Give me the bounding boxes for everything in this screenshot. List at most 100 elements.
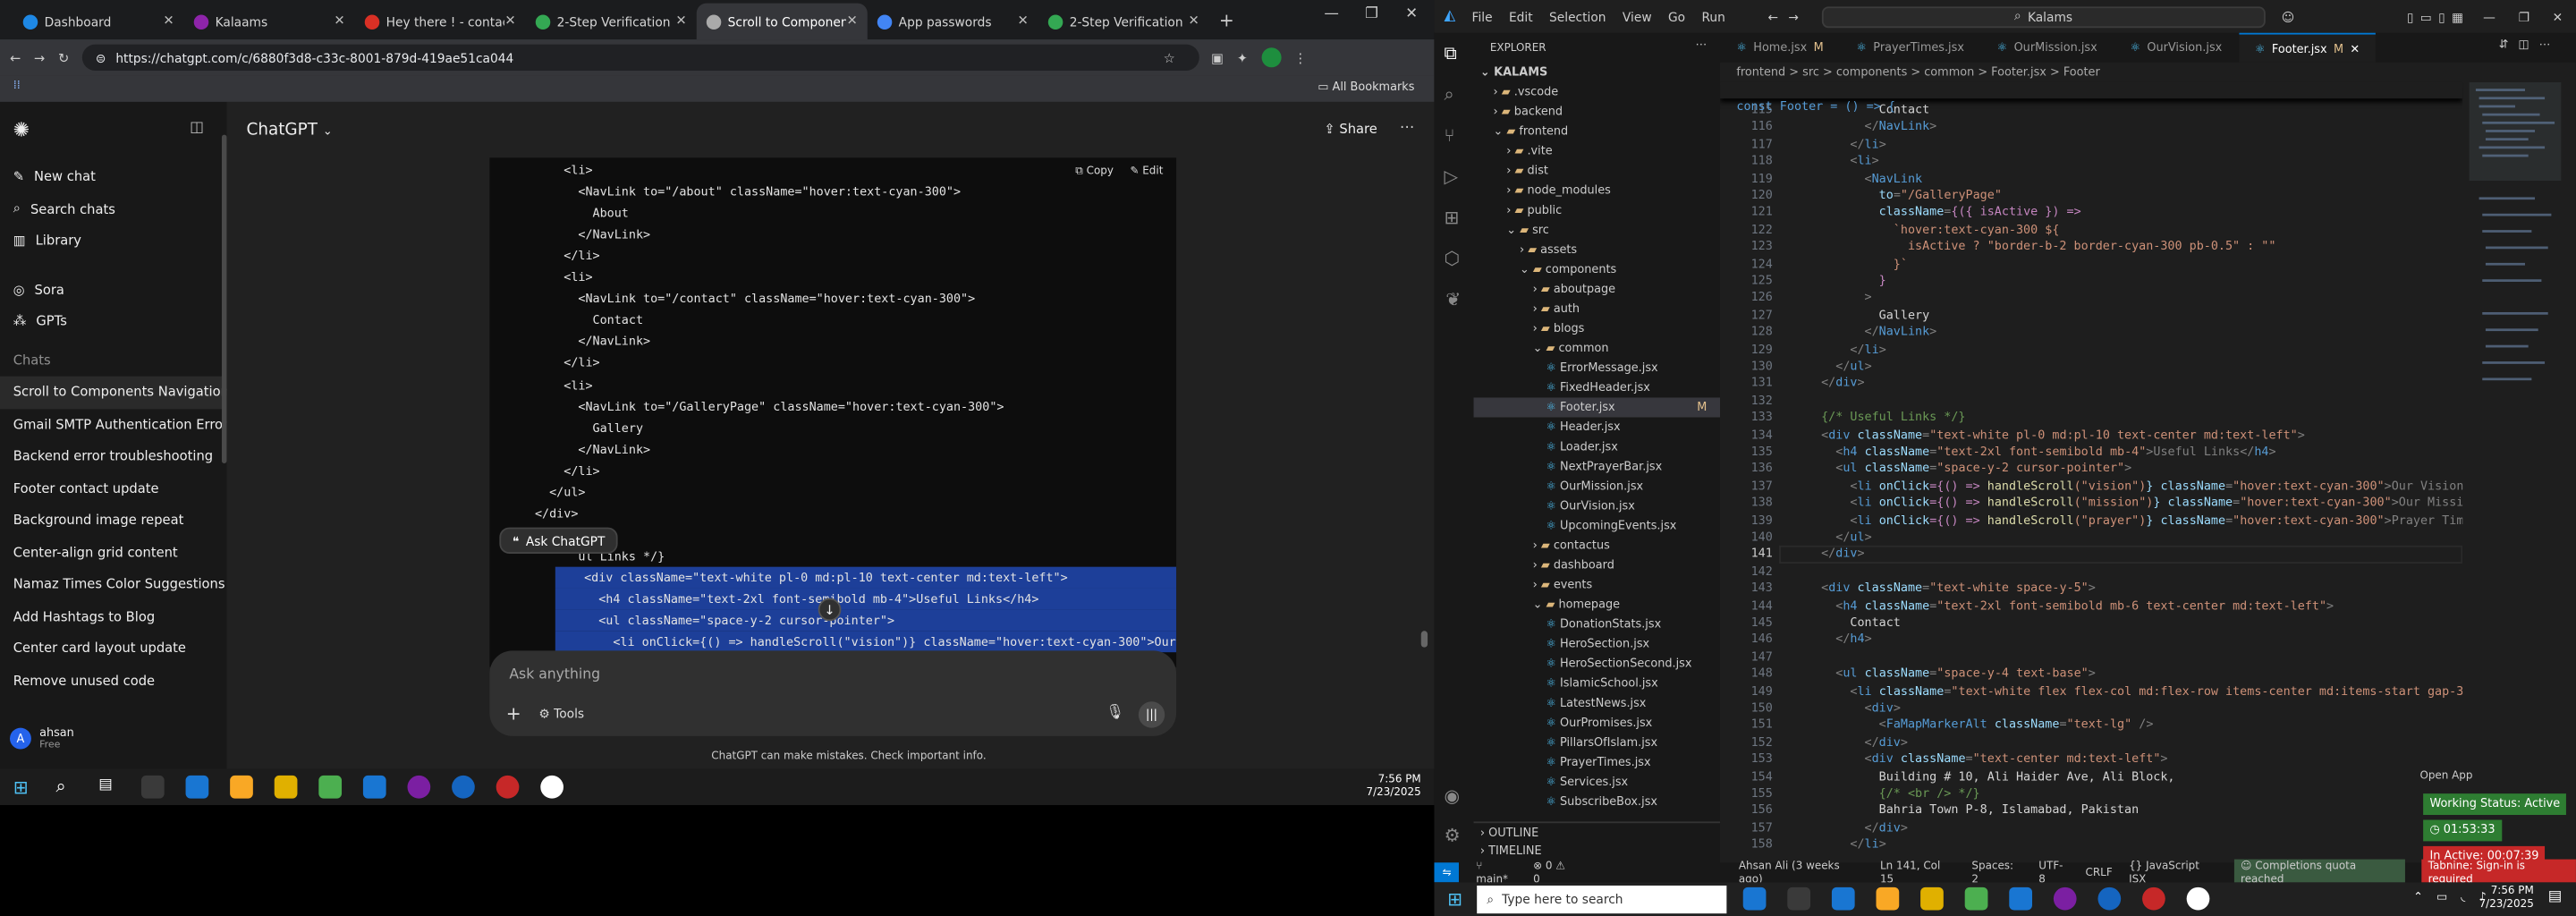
all-bookmarks[interactable]: ▭ All Bookmarks bbox=[1318, 81, 1414, 94]
search-view-icon[interactable]: ⌕ bbox=[1444, 84, 1453, 107]
layout-icons[interactable]: ▯▭▯▦ bbox=[2407, 9, 2470, 24]
editor-tab[interactable]: ⚛ Footer.jsx M ✕ bbox=[2238, 32, 2377, 63]
chat-history-item[interactable]: Center card layout update bbox=[0, 632, 226, 665]
extensions-puzzle-icon[interactable]: ✦ bbox=[1237, 50, 1248, 65]
model-selector[interactable]: ChatGPT ⌄ bbox=[247, 122, 333, 140]
mic-icon[interactable]: 🎙 bbox=[1106, 705, 1124, 721]
tree-file[interactable]: ⚛ OurVision.jsx bbox=[1474, 496, 1721, 516]
tree-folder[interactable]: › ▰ dist bbox=[1474, 161, 1721, 181]
tree-folder[interactable]: › ▰ aboutpage bbox=[1474, 279, 1721, 299]
taskbar-app-icon[interactable] bbox=[2097, 886, 2122, 911]
tree-file[interactable]: ⚛ Services.jsx bbox=[1474, 772, 1721, 792]
tree-folder[interactable]: › ▰ assets bbox=[1474, 240, 1721, 259]
plus-icon[interactable]: + bbox=[506, 703, 521, 725]
taskbar-app-icon[interactable] bbox=[407, 775, 431, 799]
win-maximize-icon[interactable]: ❐ bbox=[2519, 9, 2529, 24]
tree-folder[interactable]: › ▰ .vite bbox=[1474, 141, 1721, 161]
editor-tab[interactable]: ⚛ Home.jsx M bbox=[1720, 33, 1840, 63]
taskbar-app-icon[interactable] bbox=[540, 775, 564, 799]
taskbar-app-icon[interactable] bbox=[2142, 886, 2165, 911]
editor-tab-close-icon[interactable]: ✕ bbox=[2350, 42, 2360, 55]
taskbar-app-icon[interactable] bbox=[318, 775, 343, 799]
chat-history-item[interactable]: Footer contact update bbox=[0, 472, 226, 505]
chat-history-item[interactable]: Add Hashtags to Blog bbox=[0, 600, 226, 632]
code-editor[interactable]: const Footer = () => { 115 Contact116 </… bbox=[1720, 81, 2463, 862]
sidebar-extra-item[interactable]: ⁂ GPTs bbox=[0, 306, 226, 338]
taskbar-app-icon[interactable] bbox=[274, 775, 298, 799]
new-tab-icon[interactable]: + bbox=[1219, 10, 1234, 31]
taskbar-search-icon[interactable]: ⌕ bbox=[55, 776, 65, 799]
editor-tab[interactable]: ⚛ OurVision.jsx bbox=[2114, 33, 2239, 63]
account-icon[interactable]: ◉ bbox=[1444, 785, 1460, 807]
windows-start-icon[interactable]: ⊞ bbox=[13, 777, 29, 799]
menu-item[interactable]: Edit bbox=[1509, 9, 1533, 24]
tree-file[interactable]: ⚛ IslamicSchool.jsx bbox=[1474, 674, 1721, 693]
taskbar-search-box[interactable]: ⌕ Type here to search bbox=[1477, 885, 1727, 914]
remote-icon[interactable]: ⬡ bbox=[1444, 248, 1460, 269]
nav-back-icon[interactable]: ← bbox=[1768, 9, 1779, 24]
menu-item[interactable]: File bbox=[1472, 9, 1493, 24]
openai-logo-icon[interactable]: ✺ bbox=[13, 118, 30, 141]
chat-history-item[interactable]: Center-align grid content bbox=[0, 537, 226, 569]
tree-folder[interactable]: ⌄ ▰ components bbox=[1474, 259, 1721, 279]
tree-file[interactable]: ⚛ SubscribeBox.jsx bbox=[1474, 792, 1721, 811]
reload-icon[interactable]: ↻ bbox=[58, 50, 69, 65]
browser-tab[interactable]: Hey there ! - contact ✕ bbox=[355, 4, 526, 39]
taskbar-app-icon[interactable] bbox=[2009, 886, 2032, 911]
tools-button[interactable]: ⚙ Tools bbox=[538, 707, 584, 722]
taskbar-app-icon[interactable] bbox=[1831, 886, 1855, 911]
nav-forward-icon[interactable]: → bbox=[1788, 9, 1799, 24]
tree-file[interactable]: ⚛ FixedHeader.jsx bbox=[1474, 377, 1721, 397]
prompt-input[interactable]: Ask anything bbox=[509, 667, 600, 683]
menu-item[interactable]: Run bbox=[1701, 9, 1724, 24]
editor-tab[interactable]: ⚛ PrayerTimes.jsx bbox=[1840, 33, 1980, 63]
taskbar-app-icon[interactable] bbox=[1742, 886, 1767, 911]
scroll-down-button[interactable]: ↓ bbox=[818, 598, 842, 622]
tree-file[interactable]: ⚛ Footer.jsx M bbox=[1473, 397, 1721, 418]
chat-history-item[interactable]: Background image repeat bbox=[0, 505, 226, 537]
taskbar-app-icon[interactable] bbox=[230, 775, 253, 799]
notification-icon[interactable]: ▤ bbox=[2548, 889, 2563, 905]
tab-close-icon[interactable]: ✕ bbox=[675, 13, 686, 29]
taskbar-app-icon[interactable] bbox=[140, 775, 165, 799]
taskbar-app-icon[interactable] bbox=[2053, 886, 2077, 911]
tree-file[interactable]: ⚛ OurMission.jsx bbox=[1474, 477, 1721, 496]
tree-folder[interactable]: ⌄ ▰ homepage bbox=[1474, 595, 1721, 615]
tree-folder[interactable]: › ▰ dashboard bbox=[1474, 556, 1721, 575]
remote-status[interactable]: ⇋ bbox=[1434, 862, 1460, 883]
outline-section[interactable]: › OUTLINE bbox=[1473, 821, 1721, 841]
explorer-more-icon[interactable]: ⋯ bbox=[1695, 38, 1707, 51]
tree-root[interactable]: ⌄ KALAMS bbox=[1474, 63, 1721, 82]
copy-button[interactable]: ⧉ Copy bbox=[1075, 165, 1114, 178]
taskbar-app-icon[interactable] bbox=[362, 775, 386, 799]
maximize-icon[interactable]: ❐ bbox=[1365, 6, 1378, 22]
tree-folder[interactable]: › ▰ public bbox=[1474, 200, 1721, 220]
tree-folder[interactable]: › ▰ .vscode bbox=[1474, 82, 1721, 102]
sidebar-toggle-icon[interactable]: ◫ bbox=[190, 120, 204, 136]
taskbar-app-icon[interactable] bbox=[496, 775, 520, 799]
browser-tab[interactable]: App passwords ✕ bbox=[868, 4, 1038, 39]
sidebar-nav-item[interactable]: ▥ Library bbox=[0, 225, 226, 258]
bookmark-star-icon[interactable]: ☆ bbox=[1164, 50, 1175, 65]
tab-close-icon[interactable]: ✕ bbox=[334, 13, 344, 29]
chat-history-item[interactable]: Remove unused code bbox=[0, 665, 226, 697]
voice-mode-button[interactable]: ||| bbox=[1138, 701, 1165, 728]
source-control-icon[interactable]: ⑂ bbox=[1444, 125, 1454, 147]
menu-item[interactable]: Selection bbox=[1549, 9, 1606, 24]
extensions-view-icon[interactable]: ⊞ bbox=[1444, 207, 1459, 228]
browser-tab[interactable]: 2-Step Verification ✕ bbox=[526, 4, 697, 39]
editor-tab[interactable]: ⚛ OurMission.jsx bbox=[1980, 33, 2114, 63]
editor-actions-icon[interactable]: ⇵◫⋯ bbox=[2499, 38, 2561, 51]
chat-history-item[interactable]: Gmail SMTP Authentication Error bbox=[0, 408, 227, 440]
tab-close-icon[interactable]: ✕ bbox=[1188, 13, 1199, 29]
manage-gear-icon[interactable]: ⚙ bbox=[1444, 825, 1460, 846]
edit-button[interactable]: ✎ Edit bbox=[1130, 165, 1163, 178]
taskbar-app-icon[interactable] bbox=[185, 775, 209, 799]
copilot-icon[interactable]: ☺ bbox=[2282, 9, 2294, 24]
tree-file[interactable]: ⚛ PillarsOfIslam.jsx bbox=[1474, 733, 1721, 752]
menu-kebab-icon[interactable]: ⋮ bbox=[1293, 50, 1307, 65]
minimize-icon[interactable]: — bbox=[1324, 6, 1339, 22]
tree-file[interactable]: ⚛ PrayerTimes.jsx bbox=[1474, 752, 1721, 772]
tree-file[interactable]: ⚛ ErrorMessage.jsx bbox=[1474, 358, 1721, 377]
user-profile[interactable]: A ahsan Free bbox=[10, 726, 74, 751]
